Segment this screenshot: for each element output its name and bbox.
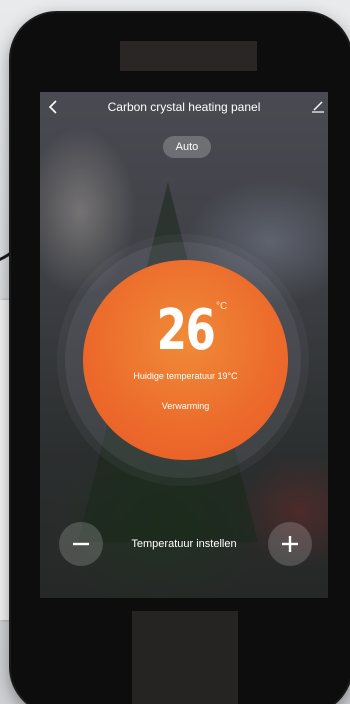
app-header: Carbon crystal heating panel <box>40 92 328 122</box>
decrease-temperature-button[interactable] <box>59 522 103 566</box>
chevron-left-icon <box>48 100 57 114</box>
current-temperature: Huidige temperatuur 19°C <box>133 371 238 381</box>
speaker-redaction <box>120 41 257 71</box>
back-button[interactable] <box>42 96 64 118</box>
edit-button[interactable] <box>310 98 326 114</box>
mode-button[interactable]: Auto <box>163 136 211 158</box>
page-title: Carbon crystal heating panel <box>107 100 261 114</box>
app-screen: Carbon crystal heating panel Auto 26 °C … <box>40 92 328 598</box>
home-button-redaction <box>132 611 238 704</box>
minus-icon <box>73 542 89 546</box>
setpoint-value: 26 <box>156 298 216 363</box>
increase-temperature-button[interactable] <box>268 522 312 566</box>
pencil-icon <box>312 101 324 113</box>
temperature-dial[interactable]: 26 °C Huidige temperatuur 19°C Verwarmin… <box>83 260 288 460</box>
heating-status: Verwarming <box>161 401 210 411</box>
set-temperature-label: Temperatuur instellen <box>131 538 237 550</box>
plus-icon <box>282 536 298 552</box>
photo-background: Carbon crystal heating panel Auto 26 °C … <box>0 0 350 704</box>
temperature-unit: °C <box>216 301 228 312</box>
